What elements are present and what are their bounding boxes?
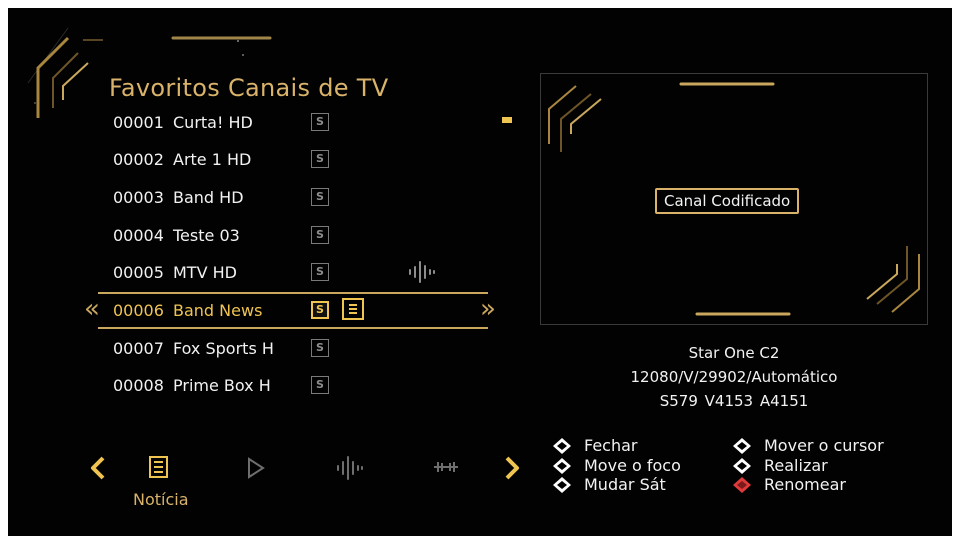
channel-number: 00001 <box>113 113 164 132</box>
decorative-corner-preview-bottom-right <box>695 246 920 316</box>
channel-row[interactable]: 00004 Teste 03 S <box>8 217 508 254</box>
chevron-right-icon[interactable] <box>502 455 522 481</box>
channel-number: 00002 <box>113 150 164 169</box>
decorative-corner-preview-top-left <box>548 82 775 152</box>
remote-key-icon <box>553 458 571 474</box>
news-icon[interactable] <box>148 455 170 479</box>
channel-row[interactable]: 00003 Band HD S <box>8 179 508 216</box>
selection-border-bottom <box>98 327 488 329</box>
tv-screen: Favoritos Canais de TV 00001 Curta! HD S… <box>8 8 952 536</box>
satellite-name: Star One C2 <box>688 344 780 362</box>
channel-name: Curta! HD <box>173 113 253 132</box>
channel-row[interactable]: 00005 MTV HD S <box>8 254 508 291</box>
channel-row[interactable]: 00001 Curta! HD S <box>8 104 508 141</box>
channel-number: 00008 <box>113 376 164 395</box>
active-function-label: Notícia <box>133 490 189 509</box>
channel-number: 00006 <box>113 301 164 320</box>
legend-label: Renomear <box>764 475 846 494</box>
legend-label: Move o foco <box>584 456 681 475</box>
legend-label: Mover o cursor <box>764 436 884 455</box>
channel-row[interactable]: 00007 Fox Sports H S <box>8 330 508 367</box>
channel-row[interactable]: 00008 Prime Box H S <box>8 367 508 404</box>
channel-name: MTV HD <box>173 263 237 282</box>
selection-border-top <box>98 292 488 294</box>
equalizer-icon[interactable] <box>432 458 460 476</box>
channel-name: Prime Box H <box>173 376 271 395</box>
audio-wave-icon[interactable] <box>334 455 366 481</box>
channel-row-selected[interactable]: « 00006 Band News S » <box>8 292 508 329</box>
scrambled-badge: S <box>311 150 329 168</box>
scrambled-badge: S <box>311 339 329 357</box>
remote-key-icon <box>733 438 751 454</box>
audio-track-icon <box>409 261 435 283</box>
remote-key-icon <box>733 458 751 474</box>
channel-number: 00005 <box>113 263 164 282</box>
pid-info: S579 V4153 A4151 <box>659 392 809 410</box>
encrypted-channel-label: Canal Codificado <box>655 188 800 214</box>
scrambled-badge: S <box>311 376 329 394</box>
scrambled-badge: S <box>311 226 329 244</box>
channel-name: Fox Sports H <box>173 339 274 358</box>
channel-name: Band News <box>173 301 263 320</box>
channel-number: 00004 <box>113 226 164 245</box>
chevron-double-left-icon[interactable]: « <box>84 294 100 324</box>
play-icon[interactable] <box>246 457 266 479</box>
channel-number: 00007 <box>113 339 164 358</box>
scrambled-badge: S <box>311 188 329 206</box>
channel-row[interactable]: 00002 Arte 1 HD S <box>8 141 508 178</box>
page-title: Favoritos Canais de TV <box>109 74 389 102</box>
chevron-double-right-icon[interactable]: » <box>480 294 496 324</box>
channel-number: 00003 <box>113 188 164 207</box>
news-icon <box>342 298 364 320</box>
scrambled-badge: S <box>311 301 329 319</box>
chevron-left-icon[interactable] <box>88 455 108 481</box>
remote-red-key-icon <box>733 477 751 493</box>
remote-key-icon <box>553 438 571 454</box>
remote-key-icon <box>553 477 571 493</box>
scrambled-badge: S <box>311 263 329 281</box>
legend-label: Realizar <box>764 456 828 475</box>
legend-label: Fechar <box>584 436 638 455</box>
scrambled-badge: S <box>311 113 329 131</box>
legend-label: Mudar Sát <box>584 475 666 494</box>
channel-name: Arte 1 HD <box>173 150 252 169</box>
transponder-info: 12080/V/29902/Automático <box>630 368 838 386</box>
video-preview: Canal Codificado <box>540 73 928 325</box>
channel-name: Teste 03 <box>173 226 240 245</box>
channel-name: Band HD <box>173 188 244 207</box>
